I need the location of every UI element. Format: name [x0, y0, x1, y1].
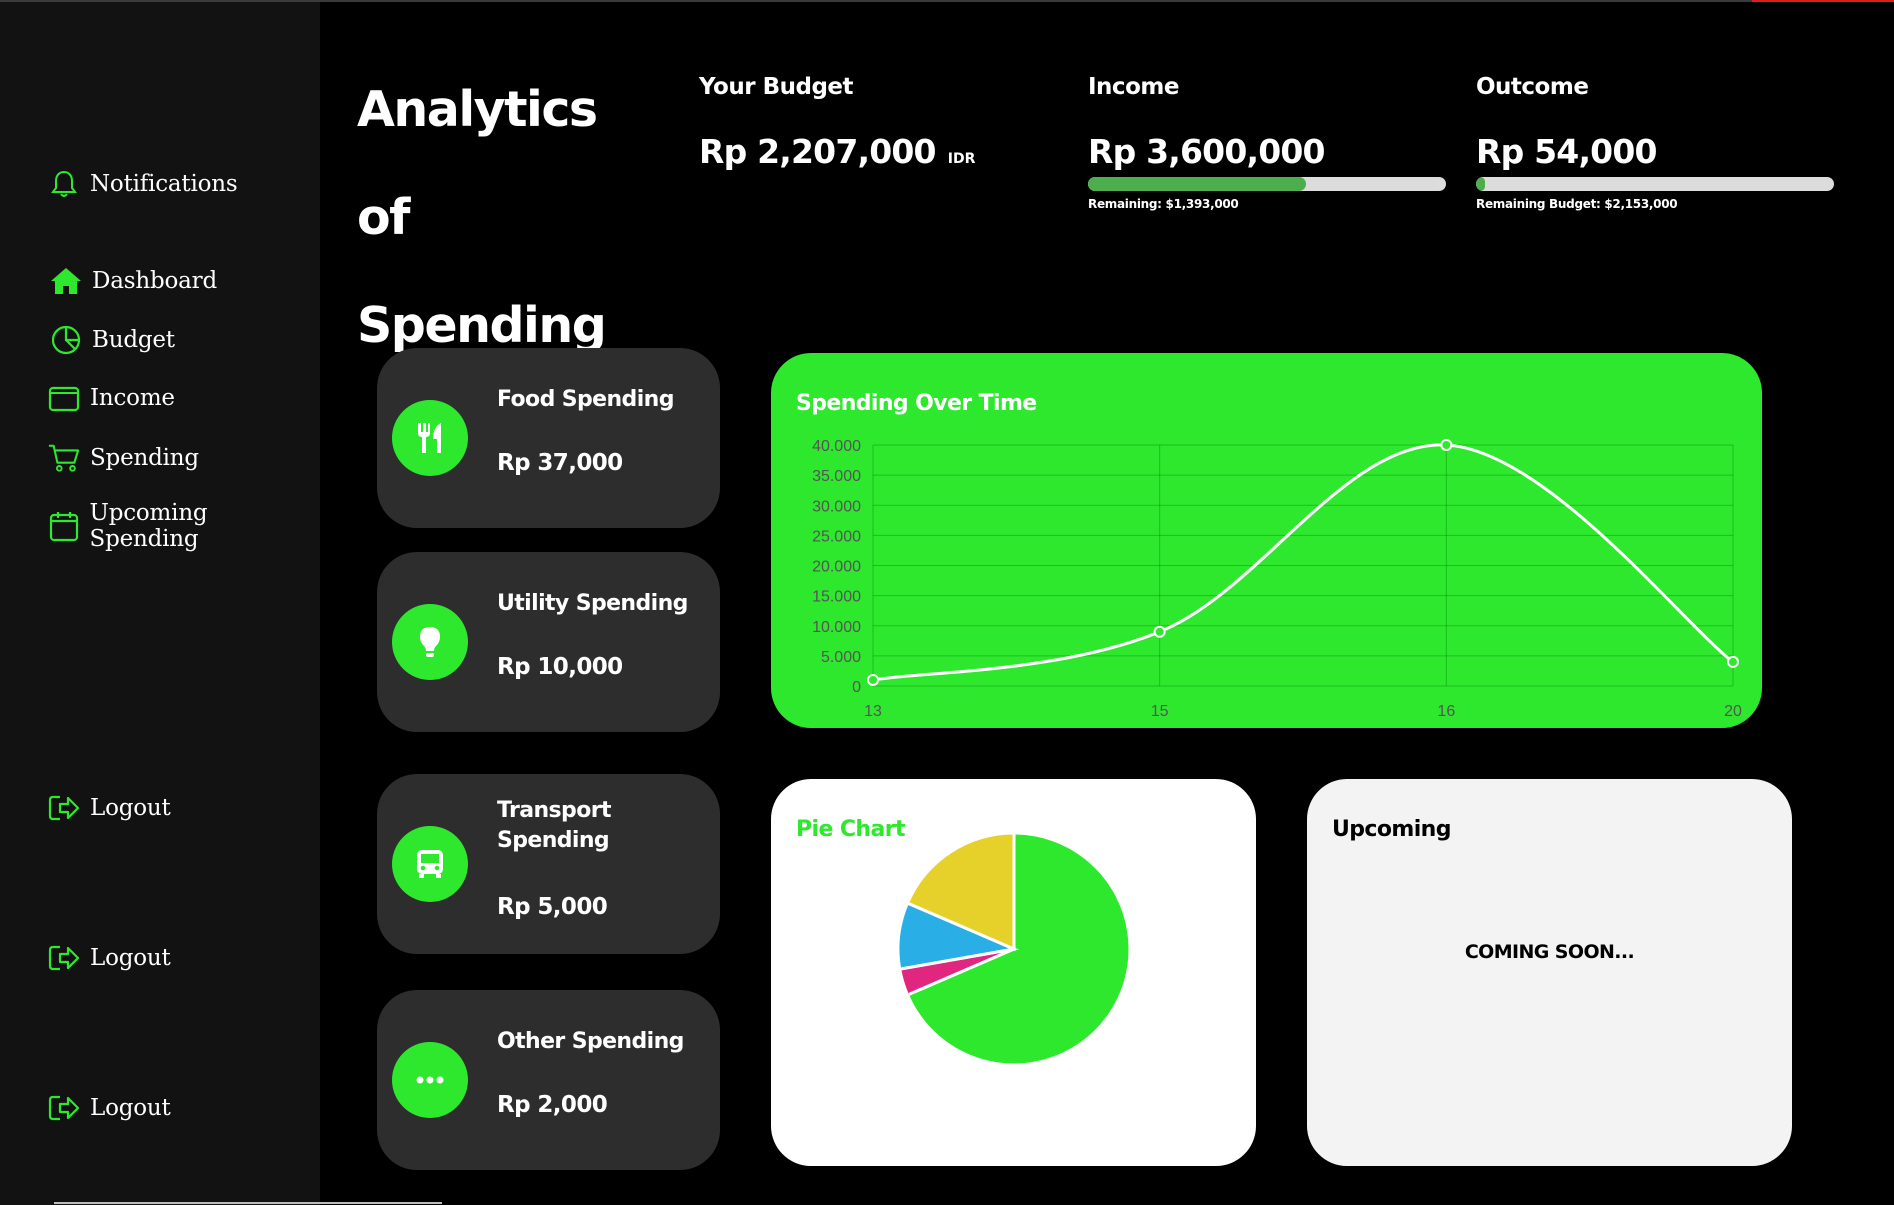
- utensils-icon: [392, 400, 468, 476]
- chart-title: Pie Chart: [796, 817, 905, 842]
- page-title-line2: Spending: [357, 297, 607, 354]
- upcoming-card: Upcoming COMING SOON...: [1307, 779, 1792, 1166]
- home-icon: [50, 265, 82, 297]
- series-line: [872, 443, 1734, 682]
- logout-button[interactable]: Logout: [48, 792, 171, 824]
- sidebar-item-dashboard[interactable]: Dashboard: [50, 265, 217, 297]
- food-spending-card[interactable]: Food Spending Rp 37,000: [377, 348, 720, 528]
- y-tick-label: 25.000: [812, 528, 861, 545]
- card-value: Rp 5,000: [497, 894, 608, 920]
- logout-icon: [48, 942, 80, 974]
- income-stat: Income Rp 3,600,000 Remaining: $1,393,00…: [1088, 74, 1446, 211]
- sidebar-item-label: Upcoming Spending: [89, 500, 208, 552]
- card-value: Rp 2,000: [497, 1092, 608, 1118]
- y-tick-label: 5.000: [821, 649, 861, 666]
- logout-label: Logout: [90, 1095, 171, 1121]
- outcome-progress-bar: [1476, 177, 1834, 191]
- upcoming-title: Upcoming: [1332, 817, 1451, 842]
- calendar-icon: [48, 510, 80, 542]
- logout-button[interactable]: Logout: [48, 1092, 171, 1124]
- income-remaining: Remaining: $1,393,000: [1088, 197, 1239, 211]
- other-spending-card[interactable]: Other Spending Rp 2,000: [377, 990, 720, 1170]
- wallet-icon: [48, 382, 80, 414]
- sidebar-item-label: Budget: [92, 327, 175, 353]
- y-tick-label: 15.000: [812, 589, 861, 606]
- budget-unit: IDR: [947, 151, 976, 167]
- data-point: [1440, 439, 1453, 451]
- sidebar-item-label: Spending: [90, 445, 199, 471]
- outcome-progress-fill: [1476, 177, 1485, 191]
- sidebar-item-label: Income: [90, 385, 175, 411]
- budget-amount: Rp 2,207,000: [699, 132, 937, 171]
- card-title: Other Spending: [497, 1029, 684, 1054]
- income-label: Income: [1088, 74, 1179, 100]
- spending-over-time-chart: 0 5.000 10.000 15.000 20.000 25.000 30.000 35.0…: [771, 353, 1762, 728]
- card-title: Food Spending: [497, 387, 674, 412]
- y-tick-label: 35.000: [812, 468, 861, 485]
- logout-label: Logout: [90, 945, 171, 971]
- x-tick-label: 20: [1724, 703, 1742, 720]
- ellipsis-icon: [392, 1042, 468, 1118]
- y-tick-label: 10.000: [812, 619, 861, 636]
- card-title: Transport Spending: [497, 798, 611, 853]
- y-tick-label: 20.000: [812, 559, 861, 576]
- sidebar-item-budget[interactable]: Budget: [50, 324, 175, 356]
- card-value: Rp 37,000: [497, 450, 623, 476]
- income-progress-fill: [1088, 177, 1307, 191]
- top-accent: [1752, 0, 1894, 2]
- utility-spending-card[interactable]: Utility Spending Rp 10,000: [377, 552, 720, 732]
- lightbulb-icon: [392, 604, 468, 680]
- y-tick-label: 0: [852, 679, 861, 696]
- x-tick-label: 15: [1151, 703, 1169, 720]
- outcome-remaining: Remaining Budget: $2,153,000: [1476, 197, 1678, 211]
- logout-button[interactable]: Logout: [48, 942, 171, 974]
- data-point: [1727, 655, 1739, 668]
- coming-soon-text: COMING SOON...: [1464, 941, 1635, 963]
- logout-icon: [48, 792, 80, 824]
- pie-chart-card: Pie Chart: [771, 779, 1256, 1166]
- outcome-stat: Outcome Rp 54,000 Remaining Budget: $2,1…: [1476, 74, 1834, 211]
- transport-spending-card[interactable]: Transport Spending Rp 5,000: [377, 774, 720, 954]
- budget-label: Your Budget: [699, 74, 854, 100]
- y-tick-label: 30.000: [812, 498, 861, 515]
- y-tick-label: 40.000: [812, 438, 861, 455]
- sidebar: Notifications Dashboard Budget Income Sp…: [0, 2, 320, 1205]
- horizontal-scrollbar[interactable]: [54, 1202, 442, 1204]
- page-title: Analytics of Spending: [357, 56, 657, 380]
- card-title: Utility Spending: [497, 591, 688, 616]
- sidebar-item-upcoming-spending[interactable]: Upcoming Spending: [48, 500, 320, 552]
- page-title-line1: Analytics of: [357, 81, 598, 246]
- data-point: [867, 673, 879, 686]
- sidebar-item-spending[interactable]: Spending: [48, 442, 199, 474]
- sidebar-item-label: Notifications: [90, 171, 238, 197]
- income-progress-bar: [1088, 177, 1446, 191]
- logout-icon: [48, 1092, 80, 1124]
- x-tick-label: 16: [1437, 703, 1455, 720]
- income-value: Rp 3,600,000: [1088, 132, 1326, 171]
- x-tick-label: 13: [864, 703, 882, 720]
- chart-title: Spending Over Time: [796, 391, 1037, 416]
- sidebar-item-label: Dashboard: [92, 268, 217, 294]
- bus-icon: [392, 826, 468, 902]
- cart-icon: [48, 442, 80, 474]
- bell-icon: [48, 168, 80, 200]
- pie-chart-icon: [50, 324, 82, 356]
- outcome-value: Rp 54,000: [1476, 132, 1657, 171]
- card-value: Rp 10,000: [497, 654, 623, 680]
- budget-value: Rp 2,207,000 IDR: [699, 132, 975, 171]
- budget-stat: Your Budget Rp 2,207,000 IDR: [699, 74, 975, 171]
- sidebar-item-notifications[interactable]: Notifications: [48, 168, 238, 200]
- sidebar-item-income[interactable]: Income: [48, 382, 175, 414]
- data-point: [1153, 625, 1166, 638]
- logout-label: Logout: [90, 795, 171, 821]
- outcome-label: Outcome: [1476, 74, 1589, 100]
